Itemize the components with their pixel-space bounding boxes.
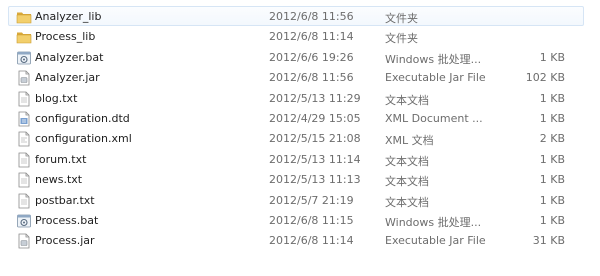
file-date-modified: 2012/5/15 21:08 (269, 132, 361, 146)
text-file-icon (16, 152, 32, 168)
file-name: Analyzer.bat (35, 50, 104, 64)
jar-file-icon (16, 233, 32, 249)
file-date-modified: 2012/6/8 11:14 (269, 234, 354, 248)
file-type: Executable Jar File (385, 71, 486, 85)
file-date-modified: 2012/5/13 11:29 (269, 91, 361, 105)
file-name: Analyzer_lib (35, 10, 102, 23)
file-type: XML Document ... (385, 112, 483, 125)
file-name: Process.jar (35, 234, 95, 248)
file-name: blog.txt (35, 91, 78, 105)
file-size: 102 KB (525, 71, 565, 85)
file-row[interactable]: Analyzer.bat 2012/6/6 19:26 Windows 批处理...… (8, 47, 584, 67)
file-name: Process_lib (35, 30, 96, 44)
xml-file-icon (16, 131, 32, 147)
file-row[interactable]: Process.bat 2012/6/8 11:15 Windows 批处理... 1… (8, 210, 584, 230)
file-size: 2 KB (539, 132, 565, 146)
file-type: Windows 批处理... (385, 52, 482, 66)
file-date-modified: 2012/5/13 11:14 (269, 152, 361, 166)
file-type: 文件夹 (385, 32, 418, 46)
file-name: forum.txt (35, 152, 87, 166)
file-row[interactable]: blog.txt 2012/5/13 11:29 文本文档 1 KB (8, 88, 584, 108)
file-row[interactable]: news.txt 2012/5/13 11:13 文本文档 1 KB (8, 169, 584, 189)
file-size: 1 KB (539, 193, 565, 207)
file-size: 1 KB (539, 91, 565, 105)
file-type: 文本文档 (385, 175, 429, 189)
folder-icon (16, 29, 32, 45)
text-file-icon (16, 193, 32, 209)
file-row[interactable]: forum.txt 2012/5/13 11:14 文本文档 1 KB (8, 149, 584, 169)
file-type: 文本文档 (385, 195, 429, 209)
file-name: Analyzer.jar (35, 71, 100, 85)
file-date-modified: 2012/4/29 15:05 (269, 112, 361, 125)
file-row[interactable]: configuration.dtd 2012/4/29 15:05 XML Docu… (8, 108, 584, 128)
file-row[interactable]: postbar.txt 2012/5/7 21:19 文本文档 1 KB (8, 190, 584, 210)
text-file-icon (16, 91, 32, 107)
file-row[interactable]: Analyzer_lib 2012/6/8 11:56 文件夹 (8, 6, 584, 26)
file-type: 文本文档 (385, 154, 429, 168)
folder-icon (16, 9, 32, 25)
file-row[interactable]: Process_lib 2012/6/8 11:14 文件夹 (8, 26, 584, 46)
file-date-modified: 2012/6/8 11:14 (269, 30, 354, 44)
file-row[interactable]: Analyzer.jar 2012/6/8 11:56 Executable Jar… (8, 67, 584, 87)
file-name: postbar.txt (35, 193, 95, 207)
file-size: 1 KB (539, 152, 565, 166)
file-date-modified: 2012/6/8 11:15 (269, 214, 354, 227)
file-date-modified: 2012/5/7 21:19 (269, 193, 354, 207)
file-name: news.txt (35, 173, 83, 187)
file-date-modified: 2012/6/8 11:56 (269, 71, 354, 85)
file-size: 1 KB (539, 112, 565, 125)
file-name: Process.bat (35, 214, 99, 227)
file-size: 1 KB (539, 214, 565, 227)
file-size: 1 KB (539, 173, 565, 187)
batch-file-icon (16, 50, 32, 66)
file-size: 31 KB (532, 234, 565, 248)
file-type: 文本文档 (385, 93, 429, 107)
text-file-icon (16, 172, 32, 188)
file-date-modified: 2012/5/13 11:13 (269, 173, 361, 187)
file-type: XML 文档 (385, 134, 434, 148)
file-list: Analyzer_lib 2012/6/8 11:56 文件夹 Process_lib… (0, 0, 600, 276)
file-row[interactable]: Process.jar 2012/6/8 11:14 Executable Jar … (8, 230, 584, 250)
batch-file-icon (16, 213, 32, 229)
file-name: configuration.dtd (35, 112, 130, 125)
file-row[interactable]: configuration.xml 2012/5/15 21:08 XML 文档 2 … (8, 128, 584, 148)
file-name: configuration.xml (35, 132, 132, 146)
file-type: Executable Jar File (385, 234, 486, 248)
file-date-modified: 2012/6/8 11:56 (269, 10, 354, 23)
file-date-modified: 2012/6/6 19:26 (269, 50, 354, 64)
file-type: Windows 批处理... (385, 216, 482, 229)
file-size: 1 KB (539, 50, 565, 64)
file-type: 文件夹 (385, 12, 418, 25)
dtd-file-icon (16, 111, 32, 127)
jar-file-icon (16, 70, 32, 86)
